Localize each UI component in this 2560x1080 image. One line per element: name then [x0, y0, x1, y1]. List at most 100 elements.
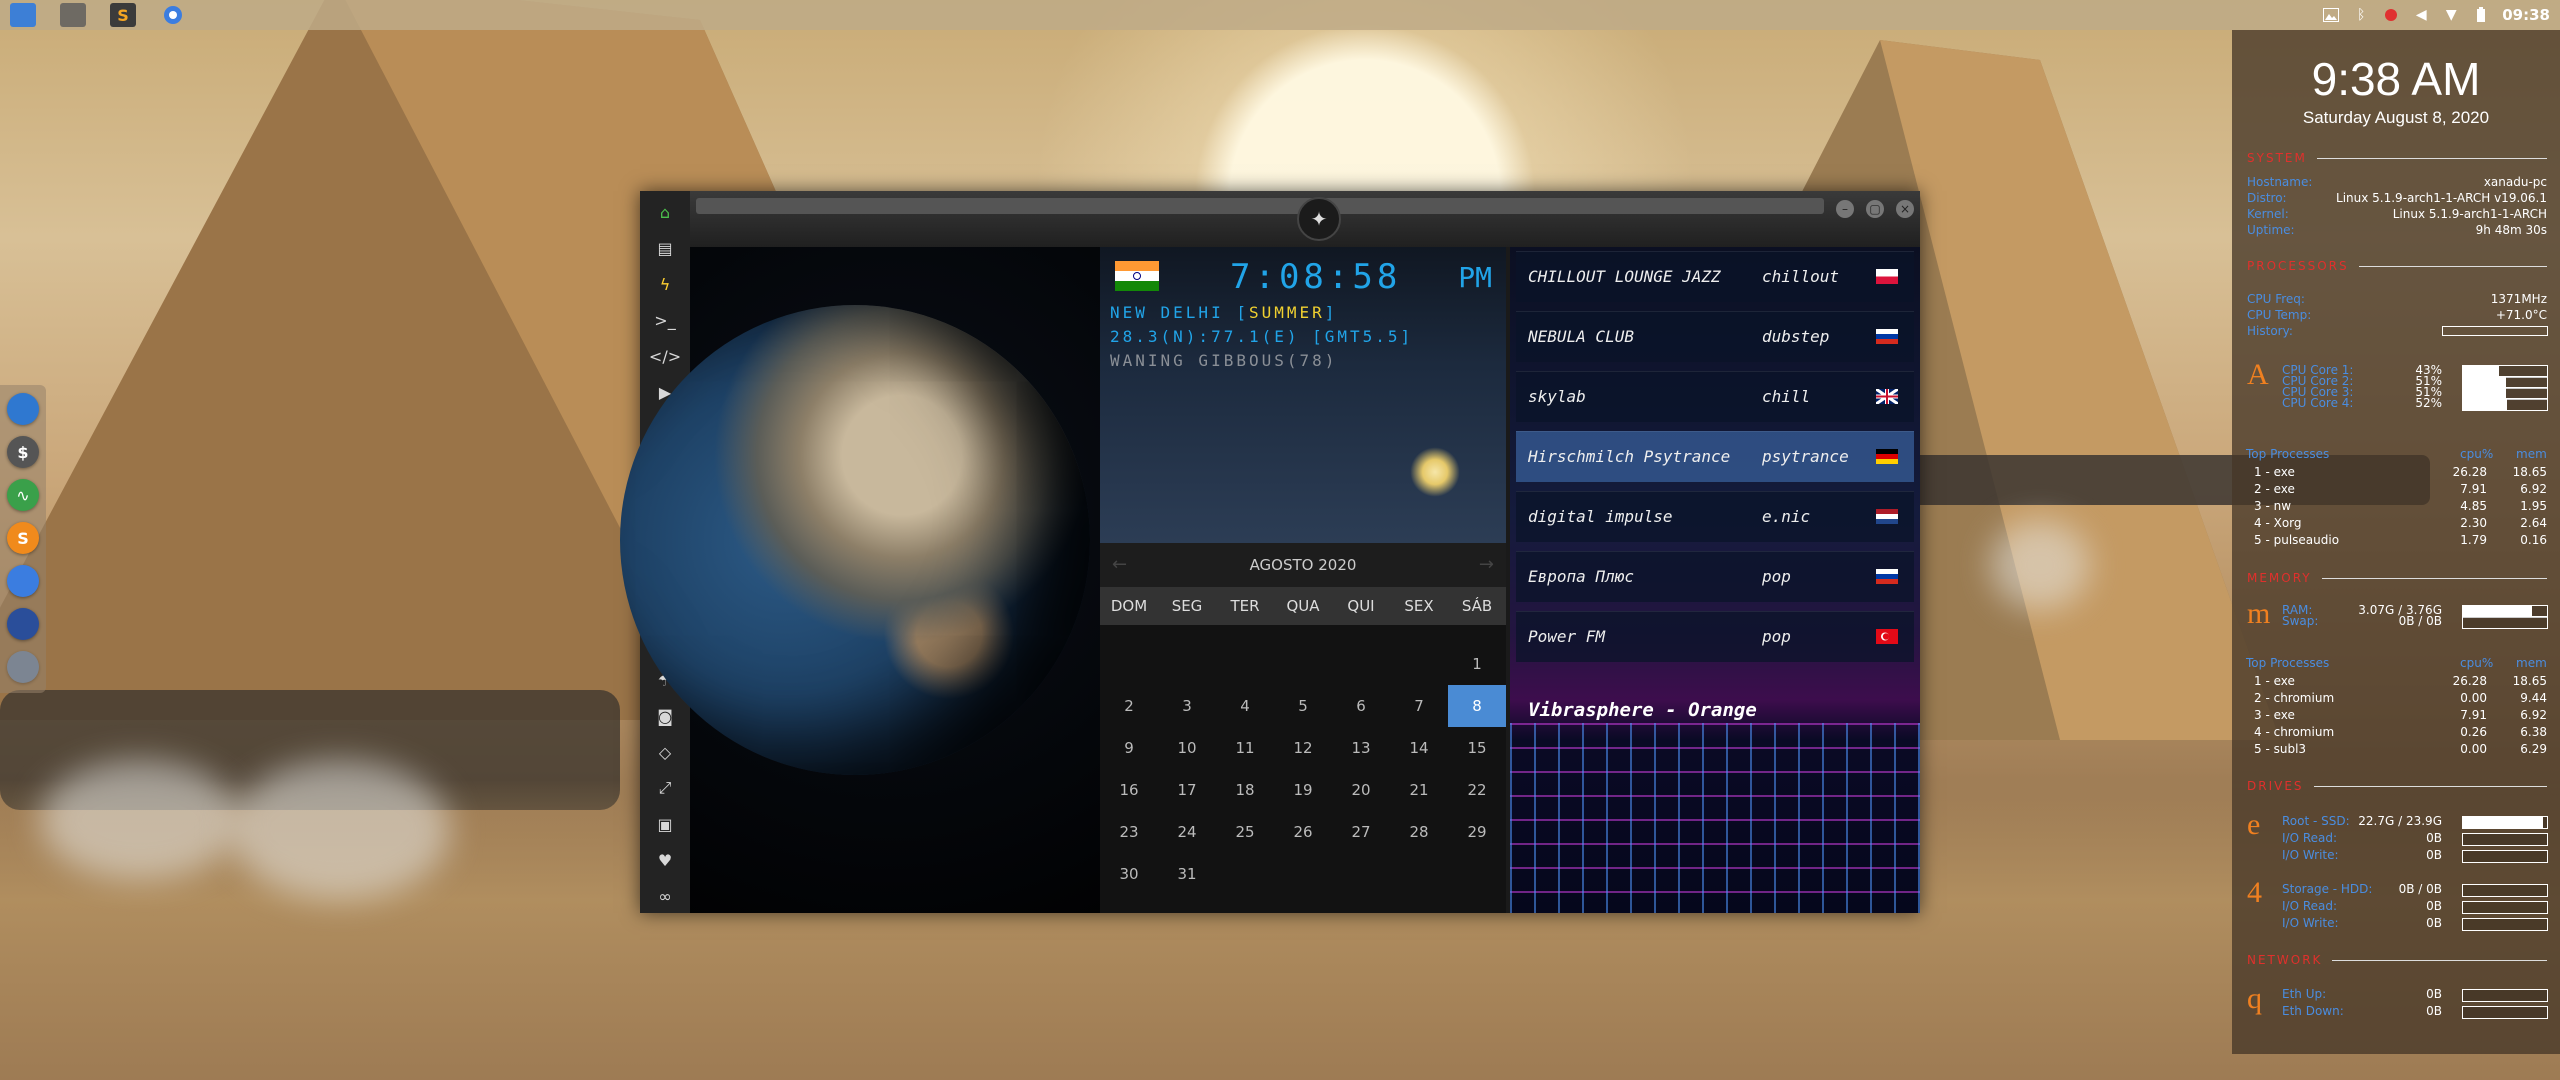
calendar-day[interactable]: 15 [1448, 727, 1506, 769]
cpu-core: CPU Core 4: 52% [2282, 396, 2442, 410]
files-icon[interactable] [7, 393, 39, 425]
url-bar[interactable] [696, 198, 1824, 214]
calendar-weekday: SÁB [1461, 597, 1493, 615]
calendar-day[interactable]: 27 [1332, 811, 1390, 853]
mem-top-process-mem: 9.44 [2520, 691, 2547, 705]
calendar-day[interactable]: 10 [1158, 727, 1216, 769]
radio-station[interactable]: CHILLOUT LOUNGE JAZZ chillout [1516, 251, 1914, 302]
calendar-day[interactable]: 29 [1448, 811, 1506, 853]
section-drives: DRIVES [2247, 779, 2547, 793]
station-name: NEBULA CLUB [1528, 327, 1634, 346]
volume-icon[interactable]: ◀ [2412, 6, 2430, 24]
processor-letter: A [2247, 358, 2269, 391]
prev-month-button[interactable]: ← [1112, 543, 1127, 587]
calendar-day[interactable]: 8 [1448, 685, 1506, 727]
home-icon[interactable]: ⌂ [654, 201, 676, 223]
sublime-icon[interactable]: S [7, 522, 39, 554]
terminal-icon[interactable]: >_ [654, 309, 676, 331]
storage-drive-row-label: I/O Write: [2282, 916, 2339, 930]
calendar-day[interactable]: 17 [1158, 769, 1216, 811]
conky-panel: 9:38 AM Saturday August 8, 2020 SYSTEM H… [2232, 30, 2560, 1054]
calendar-day[interactable]: 25 [1216, 811, 1274, 853]
netherlands-flag-icon [1876, 509, 1898, 524]
calendar-day[interactable]: 5 [1274, 685, 1332, 727]
infinity-icon[interactable]: ∞ [654, 885, 676, 907]
conky-date: Saturday August 8, 2020 [2302, 108, 2490, 127]
title-bar[interactable]: ✦ – ▢ × [690, 191, 1920, 247]
lightning-icon[interactable]: ϟ [654, 273, 676, 295]
calendar-day[interactable]: 9 [1100, 727, 1158, 769]
chromium-icon[interactable] [7, 565, 39, 597]
memory-row: Swap: 0B / 0B [2282, 614, 2442, 628]
battery-icon[interactable] [2472, 6, 2490, 24]
calendar-day[interactable]: 23 [1100, 811, 1158, 853]
globe-view[interactable] [620, 247, 1100, 913]
sublime-icon[interactable]: S [110, 3, 136, 27]
calendar-day[interactable]: 31 [1158, 853, 1216, 895]
mem-top-process-name: 3 - exe [2254, 708, 2295, 722]
cpu-history-graph [2442, 326, 2548, 336]
record-icon[interactable] [2382, 6, 2400, 24]
calendar-day[interactable]: 13 [1332, 727, 1390, 769]
rebel-emblem-icon: ✦ [1297, 197, 1341, 241]
bluetooth-icon[interactable]: ᛒ [2352, 6, 2370, 24]
earth-globe[interactable] [620, 305, 1090, 775]
image-icon[interactable] [2322, 6, 2340, 24]
moon-icon [1410, 447, 1460, 497]
tags-icon[interactable]: ◇ [654, 741, 676, 763]
close-button[interactable]: × [1896, 200, 1914, 218]
calendar-day[interactable]: 1 [1448, 643, 1506, 685]
calendar-day[interactable]: 12 [1274, 727, 1332, 769]
expand-icon[interactable]: ⤢ [654, 777, 676, 799]
contact-icon[interactable]: ◙ [654, 705, 676, 727]
maximize-button[interactable]: ▢ [1866, 200, 1884, 218]
synthwave-grid [1510, 723, 1920, 913]
side-dock: $ ∿ S [0, 385, 46, 693]
code-icon[interactable]: </> [649, 345, 681, 367]
root-drive-row-label: Root - SSD: [2282, 814, 2350, 828]
calendar-day[interactable]: 7 [1390, 685, 1448, 727]
calendar-day[interactable]: 20 [1332, 769, 1390, 811]
station-genre: pop [1762, 567, 1791, 586]
radio-station[interactable]: skylab chill [1516, 371, 1914, 422]
calendar-day[interactable]: 22 [1448, 769, 1506, 811]
calendar-day[interactable]: 30 [1100, 853, 1158, 895]
calendar-day[interactable]: 24 [1158, 811, 1216, 853]
radio-station[interactable]: Европа Плюс pop [1516, 551, 1914, 602]
screen-icon[interactable] [7, 608, 39, 640]
dollar-icon[interactable]: $ [7, 436, 39, 468]
file-manager-icon[interactable] [10, 3, 36, 27]
calendar-day[interactable]: 19 [1274, 769, 1332, 811]
mem-top-process-cpu: 0.26 [2460, 725, 2487, 739]
storage-drive-row-label: Storage - HDD: [2282, 882, 2373, 896]
wifi-icon[interactable]: ▼ [2442, 6, 2460, 24]
calendar-day[interactable]: 18 [1216, 769, 1274, 811]
radio-station[interactable]: Power FM pop [1516, 611, 1914, 662]
network-row: Eth Down: 0B [2282, 1004, 2442, 1018]
system-tray: ᛒ ◀ ▼ 09:38 [2322, 0, 2560, 30]
heart-icon[interactable]: ♥ [654, 849, 676, 871]
document-icon[interactable]: ▤ [654, 237, 676, 259]
next-month-button[interactable]: → [1479, 543, 1494, 587]
calendar-day[interactable]: 2 [1100, 685, 1158, 727]
root-drive-row-label: I/O Write: [2282, 848, 2339, 862]
calendar-day[interactable]: 28 [1390, 811, 1448, 853]
radio-station[interactable]: NEBULA CLUB dubstep [1516, 311, 1914, 362]
terminal-icon[interactable] [60, 3, 86, 27]
radio-station[interactable]: Hirschmilch Psytrance psytrance [1516, 431, 1914, 482]
calendar-day[interactable]: 11 [1216, 727, 1274, 769]
calendar-day[interactable]: 4 [1216, 685, 1274, 727]
radio-station[interactable]: digital impulse e.nic [1516, 491, 1914, 542]
minimize-button[interactable]: – [1836, 200, 1854, 218]
calendar-day[interactable]: 6 [1332, 685, 1390, 727]
activity-icon[interactable]: ∿ [7, 479, 39, 511]
youtube-icon[interactable]: ▣ [654, 813, 676, 835]
calendar-day[interactable]: 16 [1100, 769, 1158, 811]
network-icon[interactable] [7, 651, 39, 683]
calendar-day[interactable]: 21 [1390, 769, 1448, 811]
panel-clock[interactable]: 09:38 [2502, 6, 2550, 24]
calendar-day[interactable]: 26 [1274, 811, 1332, 853]
calendar-day[interactable]: 3 [1158, 685, 1216, 727]
calendar-day[interactable]: 14 [1390, 727, 1448, 769]
chromium-icon[interactable] [160, 3, 186, 27]
